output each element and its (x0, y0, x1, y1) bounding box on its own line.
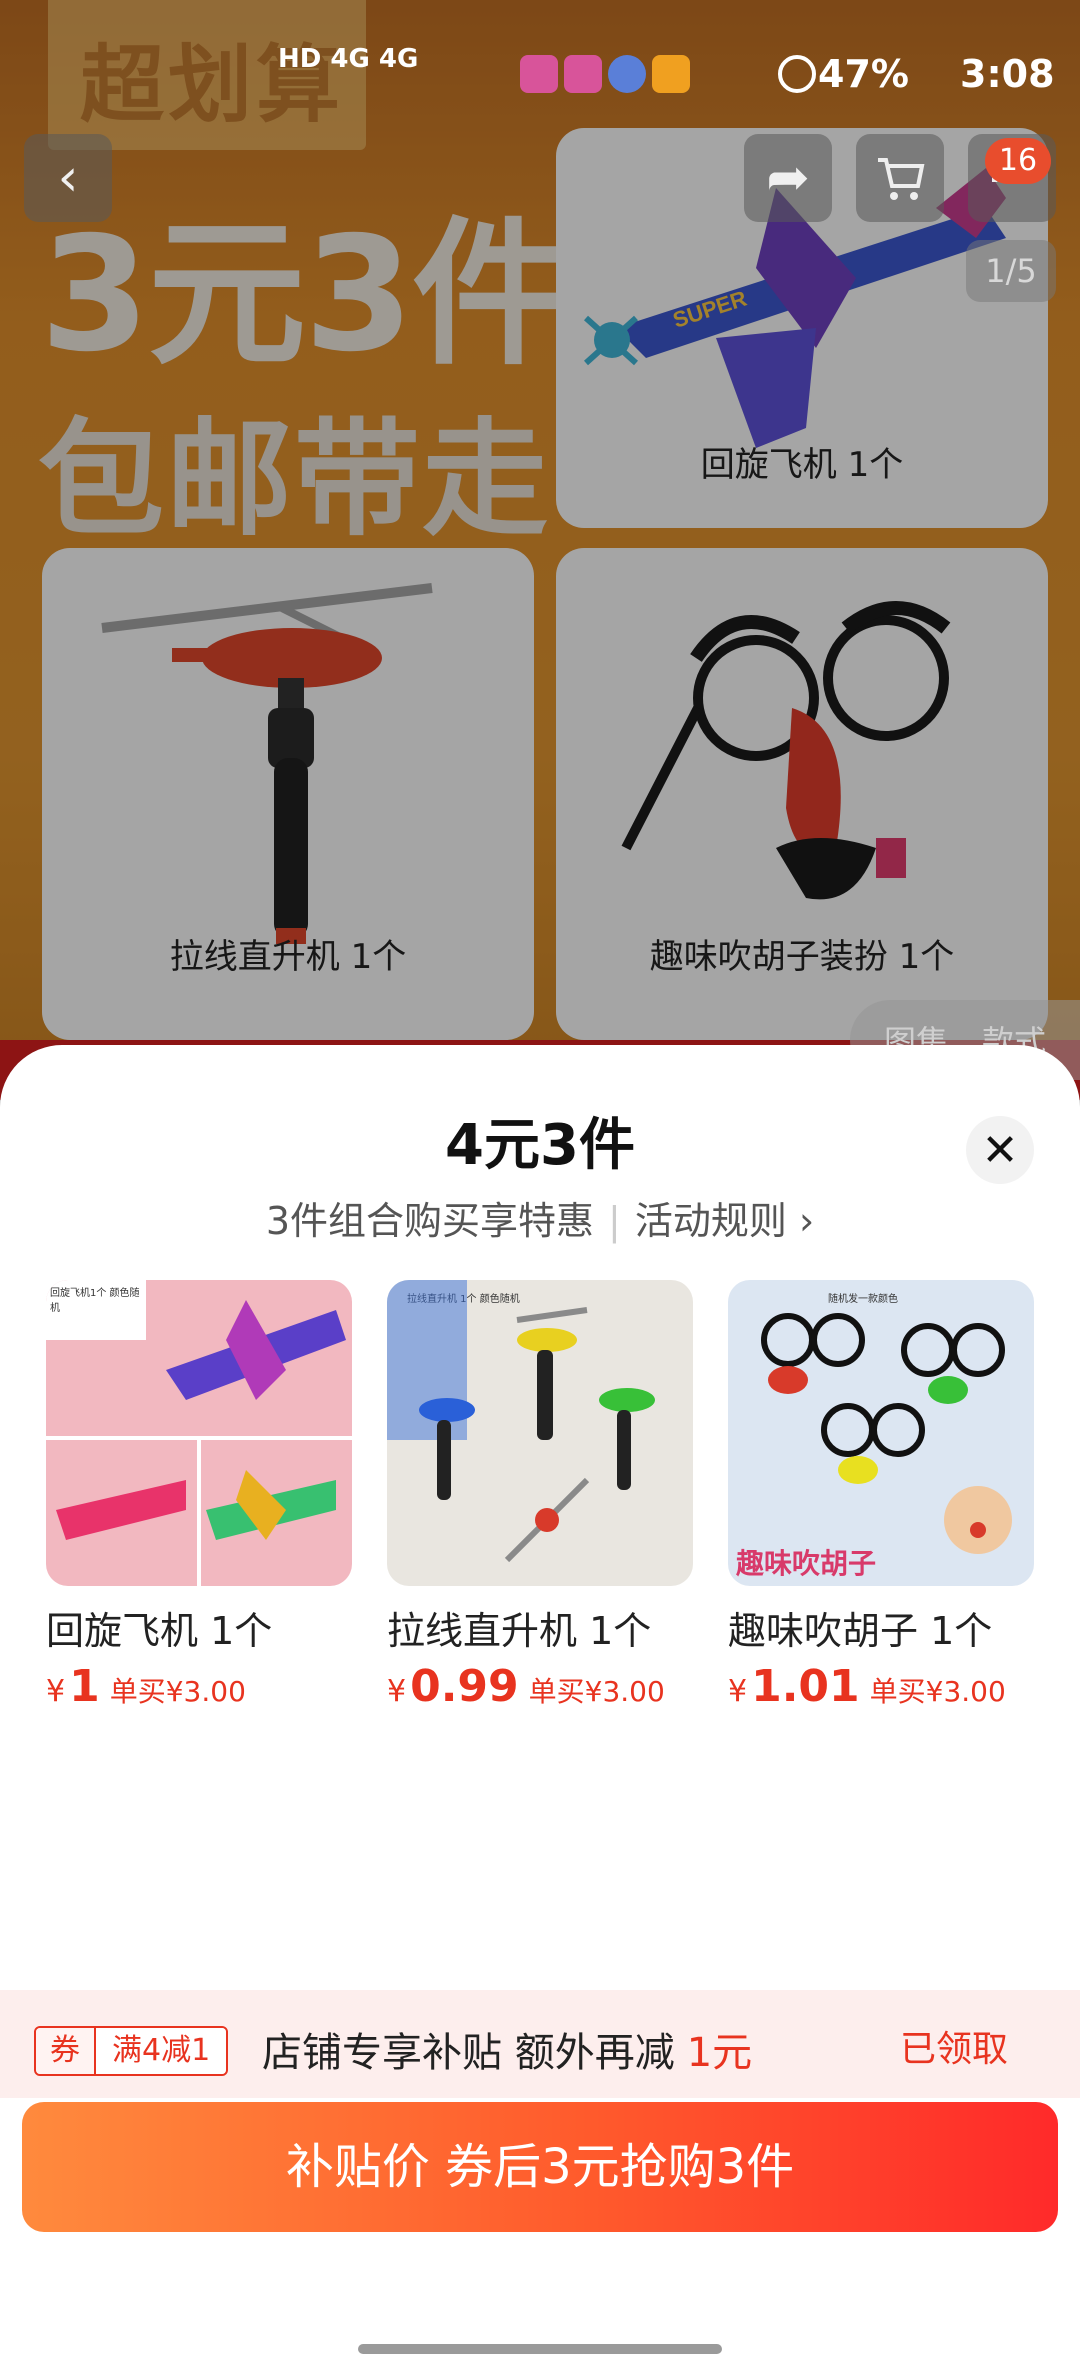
bundle-price: 1.01 (751, 1661, 860, 1712)
app-notification-icon (520, 55, 558, 93)
image-page-indicator: 1/5 (966, 240, 1056, 302)
coupon-amount: 1元 (686, 2030, 753, 2076)
alarm-icon (778, 55, 816, 93)
sheet-title: 4元3件 (445, 1113, 635, 1178)
product-image[interactable]: 随机发一款颜色 趣味吹胡子 (728, 1280, 1034, 1586)
cart-count-badge: 16 (985, 138, 1051, 184)
clock: 3:08 (960, 52, 1055, 96)
product-name: 拉线直升机 1个 (387, 1609, 652, 1653)
cart-icon (878, 158, 925, 200)
coupon-threshold: 满4减1 (96, 2028, 227, 2074)
plane-illustration (46, 1300, 352, 1586)
network-indicator: HD 4G 4G (278, 44, 419, 74)
product-image[interactable]: 回旋飞机1个 颜色随机 (46, 1280, 352, 1586)
app-notification-icon (652, 55, 690, 93)
back-button[interactable]: ‹ (24, 134, 112, 222)
coupon-label: 券 (36, 2028, 96, 2074)
coupon-description: 店铺专享补贴 额外再减 1元 (262, 2030, 753, 2076)
close-icon: ✕ (981, 1124, 1019, 1176)
bundle-price: 0.99 (410, 1661, 519, 1712)
sheet-subtitle: 3件组合购买享特惠 | 活动规则 › (0, 1190, 1080, 1245)
coupon-tag: 券 满4减1 (34, 2026, 229, 2076)
product-price: ¥1.01 单买¥3.00 (728, 1661, 1006, 1712)
battery-level: 47% (818, 52, 909, 96)
product-image[interactable]: 拉线直升机 1个 颜色随机 (387, 1280, 693, 1586)
cart-button[interactable] (856, 134, 944, 222)
mustache-glasses-illustration (761, 1313, 1012, 1554)
bundle-item-helicopter[interactable]: 拉线直升机 1个 颜色随机 拉线直升机 1个 ¥0.99单买¥3.00 (387, 1280, 693, 1712)
coupon-claimed-status[interactable]: 已领取 (900, 2020, 1008, 2072)
status-bar: HD 4G 4G 47% 3:08 (0, 0, 1080, 140)
single-price: 单买¥3.00 (528, 1675, 665, 1708)
chevron-left-icon: ‹ (57, 148, 79, 208)
bundle-item-mustache[interactable]: 随机发一款颜色 趣味吹胡子 趣味吹胡子 1个 ¥1.01 单买¥3.00 (728, 1280, 1034, 1712)
product-name: 回旋飞机 1个 (46, 1609, 273, 1653)
product-name: 趣味吹胡子 1个 (728, 1609, 993, 1653)
promo-description: 3件组合购买享特惠 (265, 1199, 595, 1243)
bundle-item-plane[interactable]: 回旋飞机1个 颜色随机 回旋飞机 1个 ¥1 单买¥3.00 (46, 1280, 352, 1712)
single-price: 单买¥3.00 (869, 1675, 1006, 1708)
share-icon: ➦ (766, 148, 810, 208)
home-indicator[interactable] (358, 2344, 722, 2354)
app-notification-icon (564, 55, 602, 93)
divider: | (608, 1199, 621, 1243)
buy-bundle-button[interactable]: 补贴价 券后3元抢购3件 (22, 2102, 1058, 2232)
helicopter-illustration (387, 1280, 655, 1563)
bundle-price: 1 (69, 1661, 100, 1712)
close-button[interactable]: ✕ (966, 1116, 1034, 1184)
product-price: ¥1 单买¥3.00 (46, 1661, 246, 1712)
product-price: ¥0.99 单买¥3.00 (387, 1661, 665, 1712)
activity-rules-link[interactable]: 活动规则 › (635, 1199, 814, 1243)
image-footer-text: 趣味吹胡子 (736, 1547, 877, 1580)
single-price: 单买¥3.00 (109, 1675, 246, 1708)
app-notification-icon (608, 55, 646, 93)
share-button[interactable]: ➦ (744, 134, 832, 222)
